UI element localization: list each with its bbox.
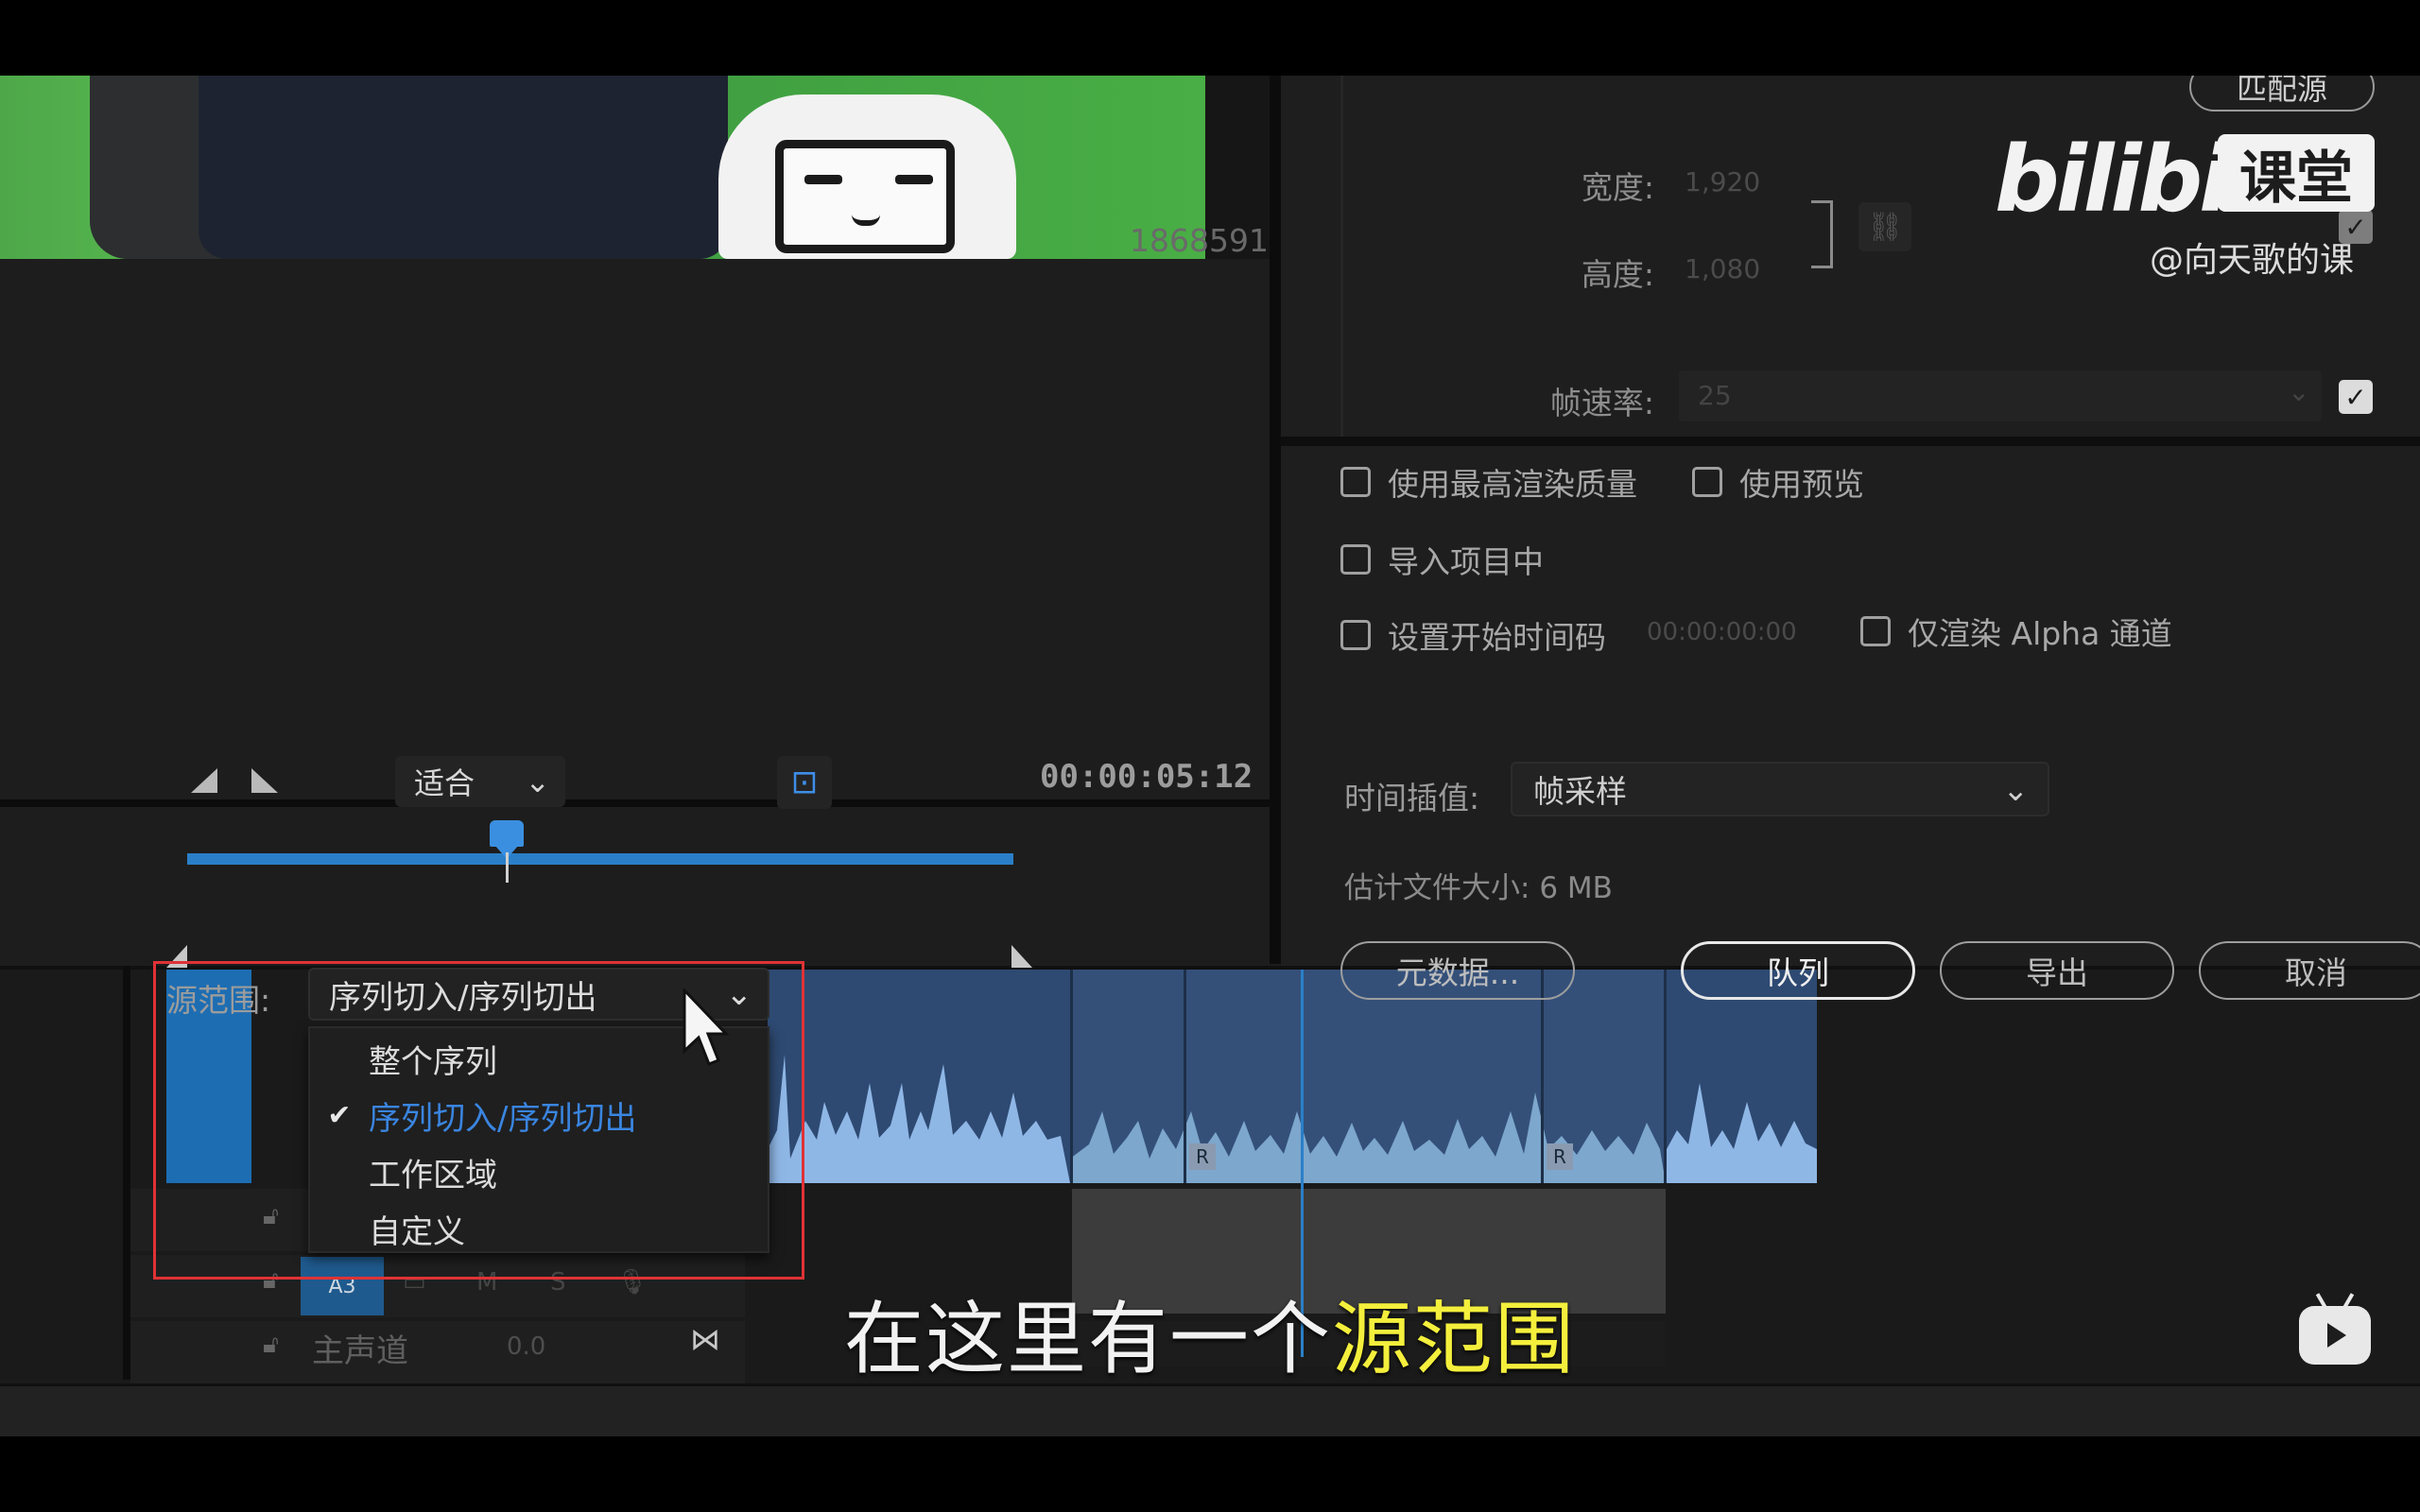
checkbox-framerate[interactable]: ✓ [2339,380,2373,414]
start-timecode-field[interactable]: 00:00:00:00 [1647,618,1797,646]
mascot-face [775,140,955,253]
subtitle-text: 在这里有一个 [843,1293,1332,1385]
watermark-line-1: 18685911071 [1130,222,1270,259]
mark-out-icon[interactable] [251,768,278,793]
checkbox[interactable] [1340,620,1371,650]
clip-badge: R [1189,1143,1216,1170]
timeline-scrollbar[interactable] [0,1383,2420,1436]
option-import-into-project[interactable]: 导入项目中 [1340,537,1544,582]
option-label: 导入项目中 [1388,543,1544,580]
mascot-mouth [852,207,880,226]
out-point-handle[interactable] [1011,945,1032,968]
option-label: 使用最高渲染质量 [1388,466,1637,503]
height-label: 高度: [1581,256,1654,293]
time-interpolation-label: 时间插值: [1344,780,1480,816]
option-render-alpha-only[interactable]: 仅渲染 Alpha 通道 [1860,609,2172,654]
zoom-value: 适合 [414,765,475,801]
preview-watermark: 18685911071 1351093761 [1130,222,1270,260]
clip-separator [1541,970,1544,1183]
estimated-file-size: 估计文件大小: 6 MB [1344,864,1613,906]
clip-badge: R [1547,1143,1573,1170]
mascot-eye-left [804,175,842,184]
zoom-dropdown[interactable]: 适合 ⌄ [395,756,565,807]
video-preview: 18685911071 1351093761 [0,76,1270,259]
cancel-button[interactable]: 取消 [2199,941,2420,1000]
match-source-button[interactable]: 匹配源 [2189,76,2375,112]
audio-clip-selected[interactable] [1070,970,1666,1183]
time-interpolation-value: 帧采样 [1533,773,1627,810]
timecode-display: 00:00:05:12 [1040,758,1253,796]
clip-separator [1664,970,1667,1183]
playhead-handle[interactable] [490,820,524,847]
option-set-start-timecode[interactable]: 设置开始时间码 [1340,612,1606,658]
aspect-settings-button[interactable]: ⊡ [777,756,832,809]
metadata-button[interactable]: 元数据... [1340,941,1575,1000]
estimated-size-value: 6 MB [1539,871,1613,905]
checkbox[interactable] [1860,616,1891,646]
option-label: 使用预览 [1739,466,1864,503]
height-value[interactable]: 1,080 [1685,253,1760,284]
crop-frame-icon: ⊡ [790,764,819,801]
playhead-line [506,852,509,883]
play-icon [2327,1323,2346,1348]
option-use-previews[interactable]: 使用预览 [1692,459,1864,505]
chevron-down-icon: ⌄ [2288,376,2310,407]
panel-divider [1281,437,2420,446]
aspect-link-bracket [1811,200,1833,268]
width-value[interactable]: 1,920 [1685,166,1760,198]
preview-area [0,259,1270,799]
panel-divider-vertical [1270,76,1281,964]
option-label: 设置开始时间码 [1388,619,1606,656]
clip-separator [1184,970,1186,1183]
author-watermark: @向天歌的课 [2150,241,2355,280]
mouse-cursor-icon [683,988,730,1066]
panel-scroll-edge [1340,76,1343,437]
mascot-pillow [718,94,1016,259]
option-max-render-quality[interactable]: 使用最高渲染质量 [1340,459,1637,505]
framerate-value: 25 [1698,380,1732,411]
panel-divider [0,799,1270,807]
framerate-label: 帧速率: [1549,385,1654,421]
clip-separator [1070,970,1073,1183]
width-label: 宽度: [1581,169,1654,206]
estimated-size-label: 估计文件大小: [1344,871,1530,905]
chevron-down-icon: ⌄ [2002,770,2029,808]
checkbox[interactable] [1340,467,1371,497]
queue-button[interactable]: 队列 [1681,941,1915,1000]
checkbox[interactable] [1692,467,1722,497]
time-interpolation-dropdown[interactable]: 帧采样 ⌄ [1511,762,2049,816]
presenter [199,76,728,259]
framerate-dropdown[interactable] [1679,370,2322,421]
source-range-bar[interactable] [187,853,1013,865]
video-subtitle: 在这里有一个源范围 [0,1276,2420,1390]
premiere-export-window: 18685911071 1351093761 适合 ⌄ ⊡ 00:00:05:1… [0,76,2420,1436]
link-icon[interactable]: ⛓︎ [1858,202,1911,251]
mascot-eye-right [895,175,933,184]
subtitle-highlight: 源范围 [1332,1293,1577,1385]
export-button[interactable]: 导出 [1940,941,2174,1000]
chevron-down-icon: ⌄ [525,764,550,799]
mark-in-icon[interactable] [191,768,217,793]
option-label: 仅渲染 Alpha 通道 [1908,615,2172,652]
bilibili-course-badge: 课堂 [2218,134,2375,212]
checkbox[interactable] [1340,544,1371,575]
